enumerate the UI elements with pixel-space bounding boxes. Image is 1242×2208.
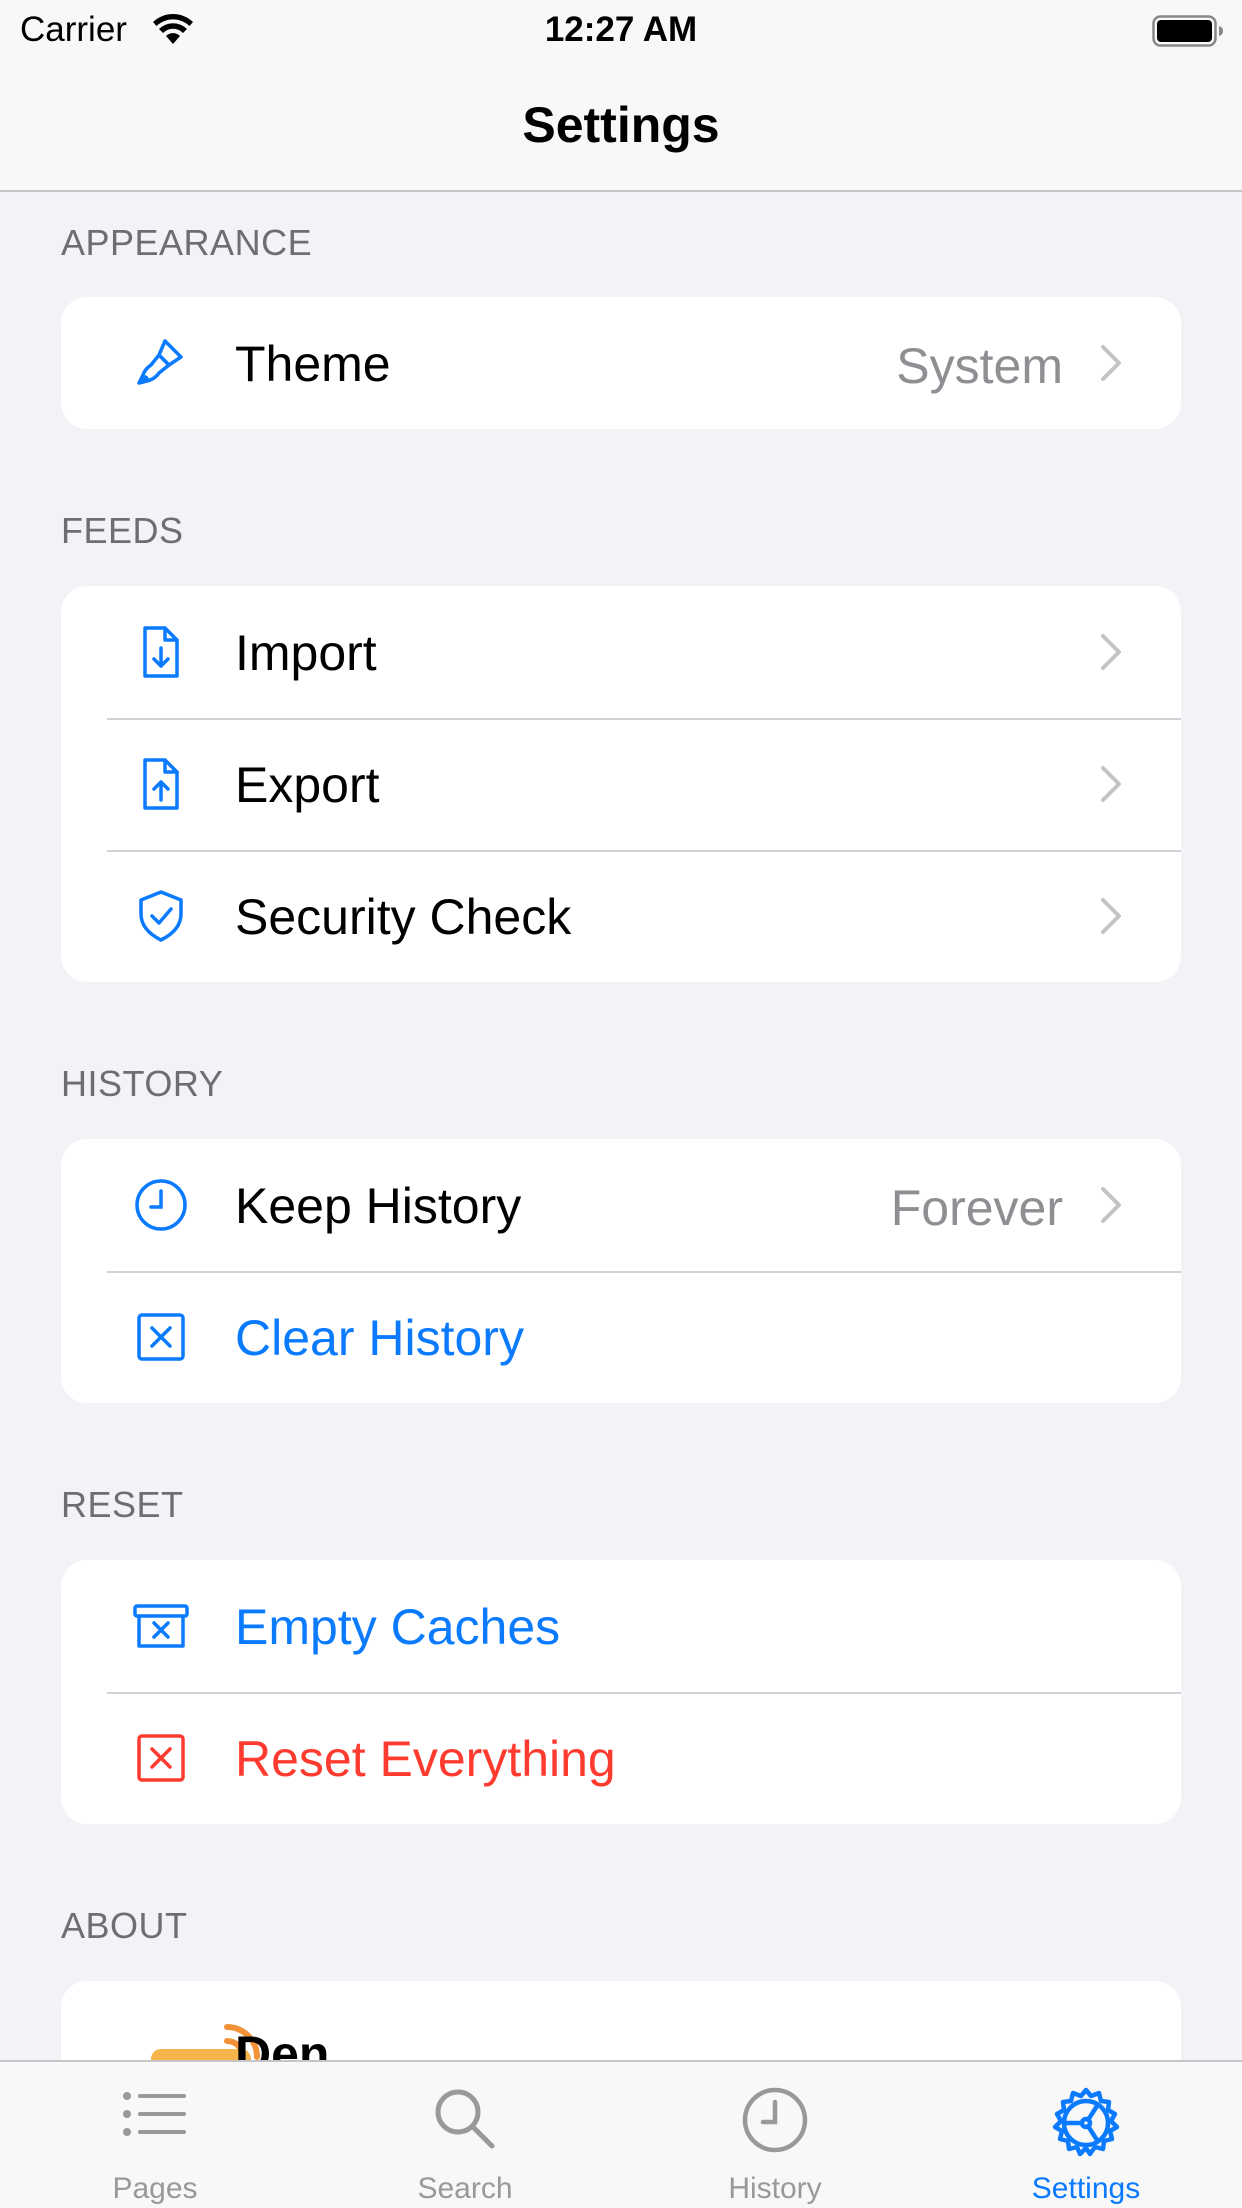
xmark-square-icon xyxy=(137,1734,185,1782)
clear-history-row[interactable]: Clear History xyxy=(61,1271,1181,1403)
feeds-group: Import Export Security Check xyxy=(61,586,1181,982)
history-group: Keep History Forever Clear History xyxy=(61,1139,1181,1403)
tab-pages[interactable]: Pages xyxy=(0,2062,310,2208)
export-row[interactable]: Export xyxy=(61,718,1181,850)
import-label: Import xyxy=(235,625,377,681)
chevron-right-icon xyxy=(1101,898,1121,934)
page-title: Settings xyxy=(522,97,720,153)
section-header-feeds: FEEDS xyxy=(61,510,184,551)
section-header-appearance: APPEARANCE xyxy=(61,222,313,263)
chevron-right-icon xyxy=(1101,634,1121,670)
xmark-square-icon xyxy=(137,1313,185,1361)
reset-everything-label: Reset Everything xyxy=(235,1731,616,1787)
tab-history[interactable]: History xyxy=(620,2062,930,2208)
import-row[interactable]: Import xyxy=(61,586,1181,718)
tab-settings-label: Settings xyxy=(1031,2172,1141,2205)
settings-screen: Carrier 12:27 AM Settings APPEARANCE The… xyxy=(0,0,1242,2208)
tab-search-label: Search xyxy=(417,2172,513,2205)
tab-search[interactable]: Search xyxy=(310,2062,620,2208)
appearance-group: Theme System xyxy=(61,297,1181,429)
clock-icon xyxy=(742,2087,808,2153)
list-icon xyxy=(123,2092,186,2136)
empty-caches-label: Empty Caches xyxy=(235,1599,561,1655)
doc-arrow-down-icon xyxy=(143,626,179,678)
clock-icon xyxy=(135,1179,187,1231)
clear-history-label: Clear History xyxy=(235,1310,524,1366)
chevron-right-icon xyxy=(1101,345,1121,381)
battery-icon xyxy=(1152,15,1223,47)
section-header-history: HISTORY xyxy=(61,1063,224,1104)
security-check-row[interactable]: Security Check xyxy=(61,850,1181,982)
reset-group: Empty Caches Reset Everything xyxy=(61,1560,1181,1824)
archive-x-icon xyxy=(133,1604,189,1648)
status-bar: Carrier 12:27 AM xyxy=(0,0,1242,62)
doc-arrow-up-icon xyxy=(143,758,179,810)
status-time: 12:27 AM xyxy=(544,10,698,49)
tab-history-label: History xyxy=(728,2172,822,2205)
shield-check-icon xyxy=(139,890,183,942)
export-label: Export xyxy=(235,757,380,813)
security-check-label: Security Check xyxy=(235,889,572,945)
chevron-right-icon xyxy=(1101,766,1121,802)
empty-caches-row[interactable]: Empty Caches xyxy=(61,1560,1181,1692)
theme-row[interactable]: Theme System xyxy=(61,297,1181,429)
magnifier-icon xyxy=(435,2089,495,2149)
section-header-reset: RESET xyxy=(61,1484,184,1525)
theme-value: System xyxy=(896,338,1063,394)
keep-history-value: Forever xyxy=(890,1180,1063,1236)
tab-settings[interactable]: Settings xyxy=(930,2062,1242,2208)
reset-everything-row[interactable]: Reset Everything xyxy=(61,1692,1181,1824)
theme-label: Theme xyxy=(235,336,391,392)
chevron-right-icon xyxy=(1101,1187,1121,1223)
gear-icon xyxy=(1052,2087,1120,2157)
tab-pages-label: Pages xyxy=(112,2172,198,2205)
top-bar: Carrier 12:27 AM Settings xyxy=(0,0,1242,192)
keep-history-label: Keep History xyxy=(235,1178,522,1234)
paintbrush-icon xyxy=(137,339,183,385)
keep-history-row[interactable]: Keep History Forever xyxy=(61,1139,1181,1271)
section-header-about: ABOUT xyxy=(61,1905,188,1946)
tab-bar: Pages Search History Settings xyxy=(0,2060,1242,2208)
